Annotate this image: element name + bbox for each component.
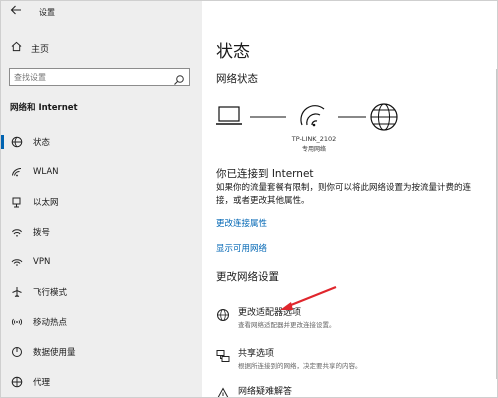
change-connection-properties-link[interactable]: 更改连接属性	[216, 217, 267, 229]
sidebar-item-ethernet[interactable]: 以太网	[1, 192, 202, 212]
option-description: 查看网络适配器并更改连接设置。	[238, 321, 336, 329]
sidebar-item-wlan[interactable]: WLAN	[1, 162, 202, 182]
proxy-globe-icon	[10, 375, 24, 389]
sidebar-section-title: 网络和 Internet	[10, 103, 78, 113]
sidebar-item-label: 数据使用量	[33, 348, 76, 358]
sidebar-item-label: 飞行模式	[33, 288, 68, 298]
option-title: 网络疑难解答	[238, 387, 293, 397]
page-title: 状态	[216, 42, 250, 62]
sidebar-item-label: 以太网	[33, 198, 59, 208]
network-status-heading: 网络状态	[216, 73, 258, 85]
search-input[interactable]	[14, 70, 164, 84]
sidebar-item-label: 代理	[33, 378, 51, 388]
sidebar-item-proxy[interactable]: 代理	[1, 372, 202, 392]
network-diagram: TP-LINK_2102 专用网络	[214, 99, 414, 159]
internet-globe-icon	[370, 103, 398, 131]
sharing-options[interactable]: 共享选项 根据所连接到的网络，决定要共享的内容。	[216, 346, 486, 376]
connection-status-title: 你已连接到 Internet	[216, 168, 314, 180]
home-icon	[10, 41, 22, 55]
wifi-router-icon	[300, 105, 325, 127]
window-title: 设置	[39, 8, 55, 17]
sidebar-item-vpn[interactable]: VPN	[1, 252, 202, 272]
adapter-globe-icon	[216, 307, 230, 321]
sidebar-item-label: WLAN	[33, 167, 59, 177]
back-arrow-icon[interactable]	[10, 4, 24, 20]
sidebar-item-data-usage[interactable]: 数据使用量	[1, 342, 202, 362]
wifi-icon	[10, 165, 24, 179]
vpn-icon	[10, 255, 24, 269]
network-type: 专用网络	[301, 146, 326, 153]
airplane-icon	[10, 285, 24, 299]
annotation-arrow	[280, 285, 337, 310]
home-label: 主页	[31, 44, 50, 55]
connection-status-description: 如果你的流量套餐有限制，则你可以将此网络设置为按流量计费的连接，或者更改其他属性…	[216, 183, 472, 206]
show-available-networks-link[interactable]: 显示可用网络	[216, 242, 267, 254]
warning-triangle-icon	[216, 386, 230, 397]
network-troubleshooter[interactable]: 网络疑难解答	[216, 384, 486, 397]
laptop-icon	[216, 106, 242, 125]
ethernet-icon	[10, 195, 24, 209]
sidebar-item-status[interactable]: 状态	[1, 132, 202, 152]
status-globe-icon	[10, 135, 24, 149]
settings-window: 主页 网络和 Internet 状态 WLAN 以太网	[0, 0, 498, 398]
option-description: 根据所连接到的网络，决定要共享的内容。	[238, 362, 362, 370]
change-network-settings-heading: 更改网络设置	[216, 271, 279, 283]
sharing-icon	[216, 348, 230, 362]
dialup-icon	[10, 225, 24, 239]
search-box[interactable]	[9, 68, 190, 86]
sidebar: 主页 网络和 Internet 状态 WLAN 以太网	[1, 1, 202, 397]
main-content: 状态 网络状态 TP-LINK_2102 专用网络 你已连接到 Internet…	[202, 1, 497, 397]
sidebar-item-label: 移动热点	[33, 318, 68, 328]
sidebar-item-label: 拨号	[33, 228, 51, 238]
network-name: TP-LINK_2102	[291, 135, 337, 143]
search-icon[interactable]	[173, 71, 185, 85]
data-usage-icon	[10, 345, 24, 359]
sidebar-item-hotspot[interactable]: 移动热点	[1, 312, 202, 332]
home-nav-item[interactable]: 主页	[10, 41, 49, 55]
sidebar-item-label: VPN	[33, 257, 51, 267]
hotspot-icon	[10, 315, 24, 329]
sidebar-item-dialup[interactable]: 拨号	[1, 222, 202, 242]
sidebar-item-label: 状态	[33, 138, 51, 148]
change-adapter-options[interactable]: 更改适配器选项 查看网络适配器并更改连接设置。	[216, 305, 486, 335]
sidebar-item-airplane[interactable]: 飞行模式	[1, 282, 202, 302]
option-title: 共享选项	[238, 349, 275, 359]
